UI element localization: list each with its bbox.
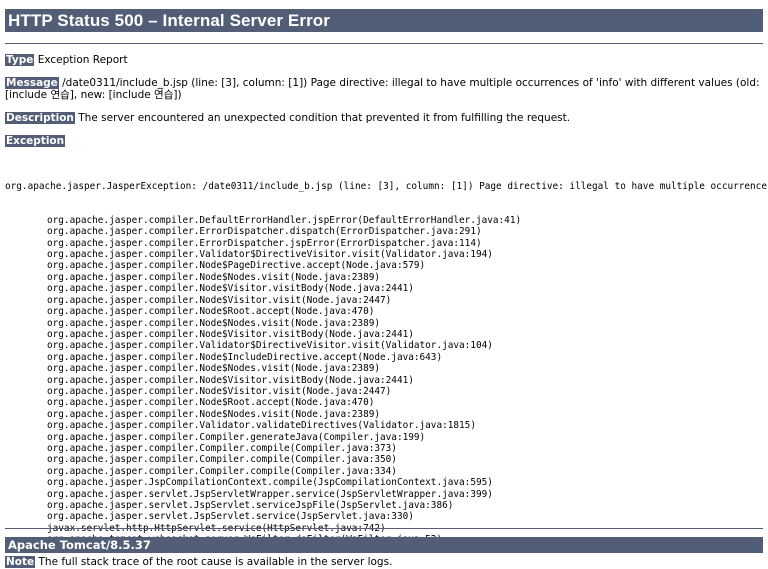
error-page: HTTP Status 500 – Internal Server Error …	[5, 9, 768, 569]
note-value: The full stack trace of the root cause i…	[35, 555, 393, 568]
stack-frame: org.apache.jasper.compiler.ErrorDispatch…	[47, 237, 482, 249]
stack-frame: org.apache.jasper.compiler.ErrorDispatch…	[47, 226, 482, 238]
message-value: /date0311/include_b.jsp (line: [3], colu…	[5, 77, 760, 102]
stack-trace: org.apache.jasper.JasperException: /date…	[5, 158, 768, 546]
stack-frame: org.apache.jasper.compiler.Node$Nodes.vi…	[47, 408, 381, 420]
stack-frame: org.apache.jasper.compiler.Compiler.gene…	[47, 431, 426, 443]
stack-frame: org.apache.jasper.JspCompilationContext.…	[47, 477, 493, 489]
stack-trace-first-line: org.apache.jasper.JasperException: /date…	[5, 180, 768, 192]
stack-frame: org.apache.jasper.compiler.Compiler.comp…	[47, 442, 397, 454]
exception-row: Exception	[5, 134, 763, 148]
stack-frame: org.apache.jasper.compiler.Node$Visitor.…	[47, 283, 414, 295]
page-title: HTTP Status 500 – Internal Server Error	[5, 9, 763, 32]
stack-frame: org.apache.jasper.compiler.Node$Visitor.…	[47, 374, 414, 386]
stack-frame: org.apache.jasper.compiler.Node$Visitor.…	[47, 328, 414, 340]
type-value: Exception Report	[34, 54, 128, 66]
description-value: The server encountered an unexpected con…	[74, 111, 571, 124]
stack-frame: org.apache.jasper.compiler.Node$Visitor.…	[47, 385, 392, 397]
message-row: Message /date0311/include_b.jsp (line: […	[5, 77, 763, 102]
stack-frame: org.apache.jasper.compiler.Node$Root.acc…	[47, 306, 375, 318]
description-row: Description The server encountered an un…	[5, 111, 763, 125]
note-label: Note	[5, 555, 36, 568]
stack-frame: org.apache.jasper.compiler.Validator.val…	[47, 420, 476, 432]
type-label: Type	[5, 54, 35, 66]
exception-label: Exception	[5, 134, 66, 147]
stack-frame: org.apache.jasper.compiler.Node$Nodes.vi…	[47, 363, 381, 375]
stack-frame: org.apache.jasper.compiler.Validator$Dir…	[47, 249, 493, 261]
divider	[5, 528, 763, 529]
stack-frame: org.apache.jasper.compiler.Validator$Dir…	[47, 340, 493, 352]
note-row: Note The full stack trace of the root ca…	[5, 555, 763, 569]
stack-frame: org.apache.jasper.servlet.JspServlet.ser…	[47, 500, 454, 511]
type-row: Type Exception Report	[5, 54, 763, 67]
description-label: Description	[5, 111, 75, 124]
stack-frame: org.apache.jasper.compiler.Node$Visitor.…	[47, 294, 392, 306]
divider	[5, 43, 763, 44]
server-footer: Apache Tomcat/8.5.37	[5, 537, 763, 553]
stack-frame: org.apache.jasper.compiler.DefaultErrorH…	[47, 214, 522, 226]
stack-frame: org.apache.jasper.compiler.Node$IncludeD…	[47, 351, 443, 363]
stack-frame: org.apache.jasper.compiler.Node$Root.acc…	[47, 397, 375, 409]
stack-frame: org.apache.jasper.compiler.Compiler.comp…	[47, 454, 397, 466]
stack-frame: org.apache.jasper.compiler.Node$Nodes.vi…	[47, 271, 381, 283]
stack-frame: org.apache.jasper.servlet.JspServlet.ser…	[47, 511, 414, 523]
stack-frame: org.apache.jasper.compiler.Node$Nodes.vi…	[47, 317, 381, 329]
stack-frame: org.apache.jasper.compiler.Node$PageDire…	[47, 260, 426, 272]
stack-frame: org.apache.jasper.servlet.JspServletWrap…	[47, 488, 493, 500]
stack-frame: org.apache.jasper.compiler.Compiler.comp…	[47, 465, 397, 477]
message-label: Message	[5, 77, 59, 89]
